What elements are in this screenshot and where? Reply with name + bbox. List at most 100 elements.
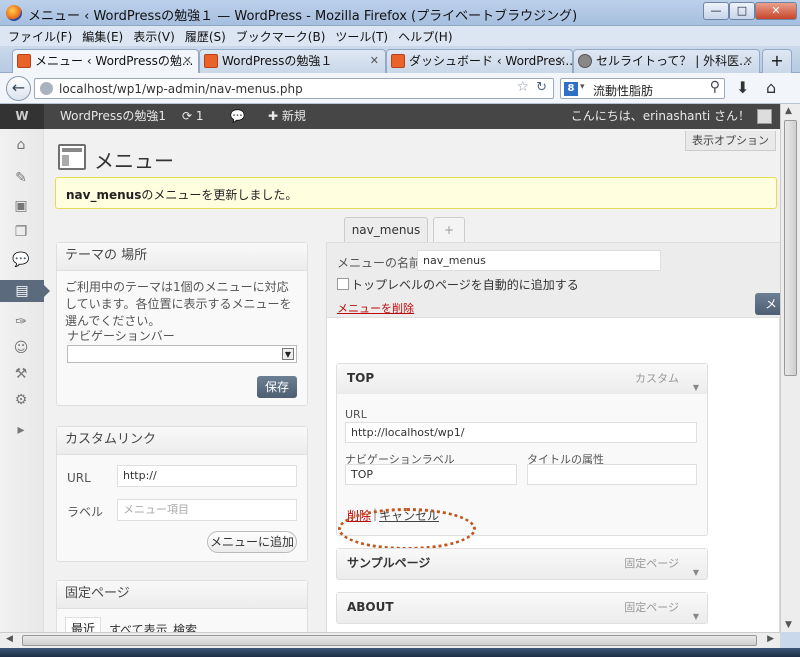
url-text: localhost/wp1/wp-admin/nav-menus.php: [59, 82, 303, 96]
pages-icon[interactable]: ❐: [10, 221, 32, 243]
menu-item-title: サンプルページ: [347, 556, 431, 570]
menu-help[interactable]: ヘルプ(H): [393, 26, 457, 47]
new-tab-button[interactable]: +: [762, 49, 792, 73]
tab-close-icon[interactable]: ✕: [744, 50, 753, 72]
admin-new-label: 新規: [281, 109, 306, 123]
menu-bookmarks[interactable]: ブックマーク(B): [231, 26, 331, 47]
close-button[interactable]: ✕: [755, 2, 797, 20]
nav-bar: ← localhost/wp1/wp-admin/nav-menus.php ☆…: [0, 73, 800, 104]
collapse-menu-icon[interactable]: ▸: [10, 419, 32, 441]
search-engine-dropdown-icon[interactable]: ▾: [580, 82, 585, 92]
search-engine-icon[interactable]: 8: [564, 82, 578, 96]
back-button[interactable]: ←: [6, 76, 31, 101]
dashboard-icon[interactable]: ⌂: [10, 134, 32, 156]
menu-tab-nav-menus[interactable]: nav_menus: [344, 217, 428, 243]
item-nav-label-input[interactable]: TOP: [345, 464, 517, 485]
scroll-up-icon[interactable]: ▲: [785, 106, 792, 116]
maximize-button[interactable]: □: [729, 2, 755, 20]
bookmark-star-icon[interactable]: ☆: [516, 79, 529, 95]
menu-file[interactable]: ファイル(F): [0, 26, 77, 47]
comments-icon[interactable]: 💬: [10, 249, 32, 271]
nav-location-select[interactable]: ▼: [67, 345, 297, 363]
scroll-right-icon[interactable]: ▶: [767, 634, 774, 644]
vertical-scroll-thumb[interactable]: [784, 120, 797, 376]
minimize-button[interactable]: —: [703, 2, 729, 20]
save-locations-button[interactable]: 保存: [257, 376, 297, 398]
firefox-window: メニュー ‹ WordPressの勉強１ — WordPress - Mozil…: [0, 0, 800, 657]
menu-item-handle[interactable]: サンプルページ 固定ページ ▼: [337, 549, 707, 579]
admin-new[interactable]: ✚ 新規: [268, 104, 306, 129]
tab-dashboard[interactable]: ダッシュボード ‹ WordPres... ✕: [386, 49, 573, 73]
chevron-down-icon[interactable]: ▼: [693, 603, 699, 631]
menu-name-label: メニューの名前: [337, 256, 422, 270]
menu-tools[interactable]: ツール(T): [330, 26, 393, 47]
menu-name-input[interactable]: nav_menus: [417, 250, 661, 271]
admin-greeting[interactable]: こんにちは、erinashanti さん！: [571, 104, 750, 129]
posts-pin-icon[interactable]: ✎: [10, 167, 32, 189]
update-notice: nav_menusのメニューを更新しました。: [55, 177, 777, 209]
menu-history[interactable]: 履歴(S): [180, 26, 231, 47]
wordpress-favicon-icon: [17, 54, 31, 68]
custom-label-input[interactable]: メニュー項目: [117, 499, 297, 521]
chevron-down-icon: ▼: [282, 348, 294, 360]
item-title-attr-input[interactable]: [527, 464, 697, 485]
custom-url-input[interactable]: http://: [117, 465, 297, 487]
chevron-down-icon[interactable]: ▼: [693, 374, 699, 402]
pages-tab-all[interactable]: すべて表示: [109, 621, 168, 632]
tools-icon[interactable]: ⚒: [10, 363, 32, 385]
tab-close-icon[interactable]: ✕: [557, 50, 566, 72]
menu-bar: ファイル(F) 編集(E) 表示(V) 履歴(S) ブックマーク(B) ツール(T) ヘルプ…: [0, 26, 800, 46]
save-menu-button[interactable]: メ: [755, 293, 780, 315]
menu-item-handle[interactable]: TOP カスタム ▼: [337, 364, 707, 394]
page-title: メニュー: [94, 149, 174, 173]
tab-close-icon[interactable]: ✕: [370, 50, 379, 72]
pages-tab-search[interactable]: 検索: [173, 621, 197, 632]
users-icon[interactable]: ☺: [10, 337, 32, 359]
pages-box: 固定ページ 最近 すべて表示 検索: [56, 580, 308, 632]
admin-updates[interactable]: ⟳ 1: [182, 104, 204, 129]
search-icon[interactable]: ⚲: [710, 79, 720, 95]
chevron-down-icon[interactable]: ▼: [693, 559, 699, 587]
delete-menu-link[interactable]: メニューを削除: [337, 300, 414, 316]
menu-view[interactable]: 表示(V): [128, 26, 180, 47]
firefox-icon: [6, 5, 22, 21]
refresh-icon: ⟳: [182, 109, 193, 123]
menu-item-type: 固定ページ: [624, 601, 679, 614]
vertical-scrollbar[interactable]: ▲ ▼: [780, 104, 800, 632]
url-bar[interactable]: localhost/wp1/wp-admin/nav-menus.php ☆ ↻: [34, 78, 554, 99]
tab-menu[interactable]: メニュー ‹ WordPressの勉... ✕: [12, 49, 199, 74]
appearance-icon[interactable]: ▤: [0, 280, 50, 302]
avatar[interactable]: [757, 109, 772, 124]
tab-site[interactable]: WordPressの勉強１ ✕: [199, 49, 386, 73]
page-viewport: W WordPressの勉強1 ⟳ 1 💬 ✚ 新規 こんにちは、erinash…: [0, 104, 780, 632]
pages-tab-recent[interactable]: 最近: [65, 617, 102, 632]
search-input[interactable]: 流動性脂肪: [593, 82, 653, 99]
auto-add-checkbox[interactable]: [337, 278, 349, 290]
download-icon[interactable]: ⬇: [736, 78, 749, 97]
horizontal-scroll-thumb[interactable]: [22, 635, 757, 646]
menu-edit[interactable]: 編集(E): [77, 26, 128, 47]
plugins-icon[interactable]: ✑: [10, 311, 32, 333]
reload-icon[interactable]: ↻: [536, 80, 547, 95]
comment-icon[interactable]: 💬: [230, 104, 245, 129]
media-icon[interactable]: ▣: [10, 195, 32, 217]
menu-item-type: カスタム: [635, 372, 679, 385]
settings-icon[interactable]: ⚙: [10, 389, 32, 411]
tab-cellulite[interactable]: セルライトって？ | 外科医... ✕: [573, 49, 760, 73]
custom-label-label: ラベル: [67, 505, 104, 519]
search-bar[interactable]: 8 ▾ 流動性脂肪 ⚲: [560, 78, 725, 99]
screen-options-button[interactable]: 表示オプション: [685, 131, 776, 151]
add-to-menu-button[interactable]: メニューに追加: [207, 531, 297, 553]
home-icon[interactable]: ⌂: [766, 78, 776, 97]
tab-close-icon[interactable]: ✕: [183, 50, 192, 72]
admin-site-name[interactable]: WordPressの勉強1: [60, 104, 166, 129]
menu-item-handle[interactable]: ABOUT 固定ページ ▼: [337, 593, 707, 623]
menu-item-about: ABOUT 固定ページ ▼: [336, 592, 708, 624]
horizontal-scrollbar[interactable]: ◀ ▶: [0, 632, 780, 648]
add-menu-tab[interactable]: +: [433, 217, 465, 243]
wordpress-favicon-icon: [204, 54, 218, 68]
item-url-input[interactable]: http://localhost/wp1/: [345, 422, 697, 443]
scroll-down-icon[interactable]: ▼: [785, 620, 792, 630]
wordpress-logo-icon[interactable]: W: [0, 104, 44, 129]
scroll-left-icon[interactable]: ◀: [6, 634, 13, 644]
